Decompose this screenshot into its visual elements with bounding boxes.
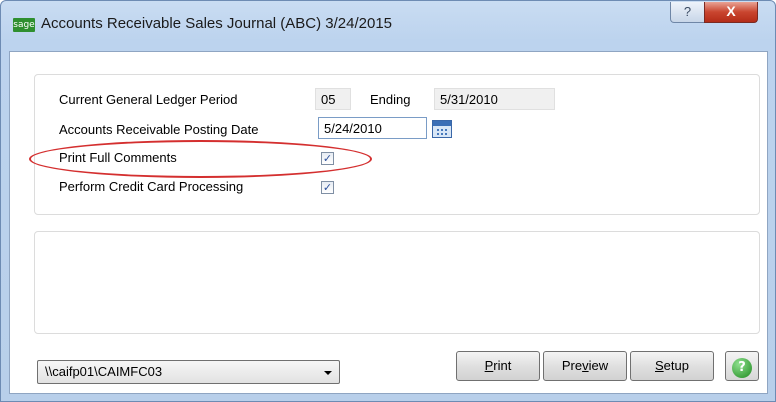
credit-card-processing-checkbox[interactable]: ✓ [321, 181, 334, 194]
title-help-button[interactable]: ? [670, 2, 705, 23]
preview-label-pre: Pre [561, 358, 583, 373]
checkmark-icon: ✓ [322, 181, 333, 194]
gl-period-field: 05 [315, 88, 351, 110]
ending-date-field: 5/31/2010 [434, 88, 555, 110]
print-button[interactable]: Print [456, 351, 540, 381]
posting-date-input[interactable]: 5/24/2010 [318, 117, 427, 139]
window-title: Accounts Receivable Sales Journal (ABC) … [41, 15, 393, 32]
close-icon: X [726, 3, 736, 19]
question-mark-icon: ? [683, 4, 692, 19]
ending-label: Ending [370, 92, 411, 107]
setup-button[interactable]: Setup [630, 351, 714, 381]
preview-label-post: iew [588, 358, 609, 373]
dialog-window: sage Accounts Receivable Sales Journal (… [0, 0, 776, 402]
calendar-icon[interactable] [432, 120, 452, 138]
setup-accel-key: S [655, 358, 664, 373]
posting-date-label: Accounts Receivable Posting Date [59, 122, 259, 137]
print-full-comments-label: Print Full Comments [59, 150, 177, 165]
print-full-comments-checkbox[interactable]: ✓ [321, 152, 334, 165]
dialog-body: Current General Ledger Period 05 Ending … [9, 51, 768, 394]
credit-card-processing-label: Perform Credit Card Processing [59, 179, 244, 194]
gl-period-label: Current General Ledger Period [59, 92, 238, 107]
setup-label-post: etup [663, 358, 689, 373]
print-label-post: rint [493, 358, 512, 373]
printer-select[interactable]: \\caifp01\CAIMFC03 [37, 360, 340, 384]
title-bar: sage Accounts Receivable Sales Journal (… [1, 1, 775, 51]
close-button[interactable]: X [704, 2, 758, 23]
chevron-down-icon [324, 371, 332, 375]
printer-select-value: \\caifp01\CAIMFC03 [45, 364, 163, 379]
help-icon[interactable]: ? [732, 358, 752, 378]
preview-button[interactable]: Preview [543, 351, 627, 381]
sage-app-icon: sage [13, 18, 35, 32]
print-accel-key: P [484, 358, 494, 373]
message-area [34, 231, 760, 334]
checkmark-icon: ✓ [322, 152, 333, 165]
